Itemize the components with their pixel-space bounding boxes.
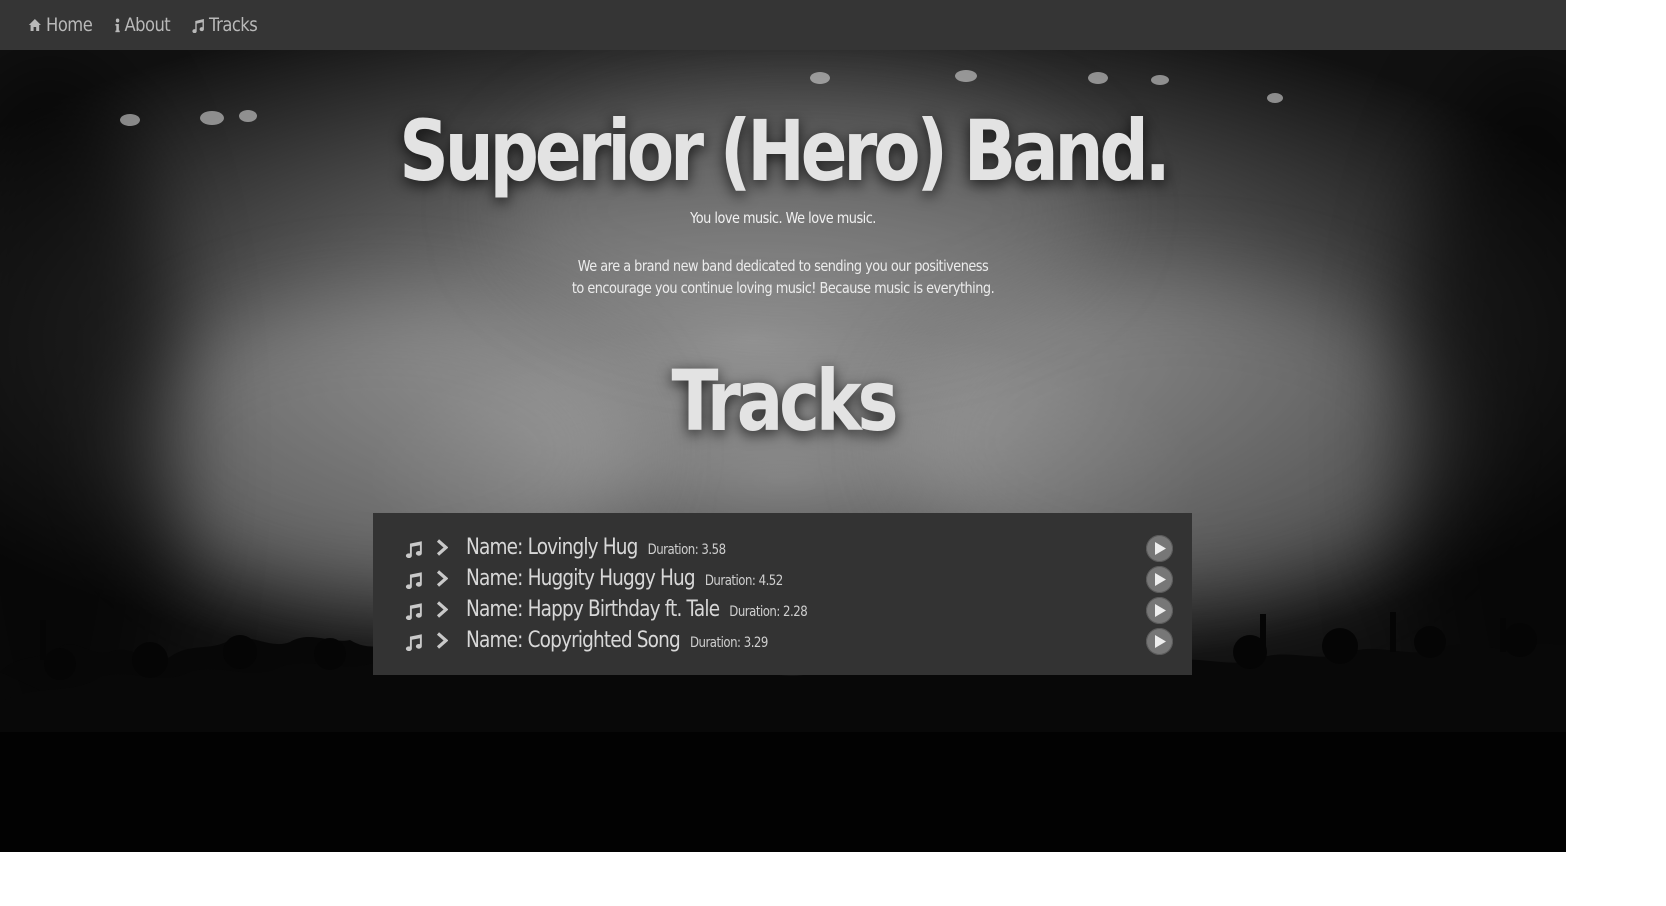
band-description-line-2: to encourage you continue loving music! …: [571, 279, 995, 297]
track-name: Name: Happy Birthday ft. Tale: [466, 597, 720, 622]
play-button[interactable]: [1146, 597, 1173, 624]
music-note-icon: [405, 572, 422, 589]
nav-tracks[interactable]: Tracks: [191, 14, 258, 36]
top-navbar: Home About Tracks: [0, 0, 1566, 50]
chevron-right-icon: [436, 632, 448, 649]
nav-about-label: About: [124, 14, 170, 36]
nav-about[interactable]: About: [115, 14, 170, 36]
play-button[interactable]: [1146, 628, 1173, 655]
nav-home[interactable]: Home: [28, 14, 93, 36]
chevron-right-icon: [436, 570, 448, 587]
track-duration: Duration: 3.29: [689, 635, 768, 651]
play-icon: [1154, 542, 1166, 555]
chevron-right-icon: [436, 539, 448, 556]
chevron-right-icon: [436, 601, 448, 618]
play-icon: [1154, 635, 1166, 648]
track-row: Name: Happy Birthday ft. Tale Duration: …: [373, 595, 1192, 626]
track-info: Name: Happy Birthday ft. Tale Duration: …: [466, 597, 808, 622]
band-title: Superior (Hero) Band.: [399, 102, 1171, 200]
play-button[interactable]: [1146, 566, 1173, 593]
track-duration: Duration: 3.58: [647, 542, 726, 558]
band-description: We are a brand new band dedicated to sen…: [110, 255, 1457, 299]
tracks-heading: Tracks: [671, 352, 899, 450]
track-name: Name: Huggity Huggy Hug: [466, 566, 696, 591]
band-description-line-1: We are a brand new band dedicated to sen…: [577, 257, 989, 275]
track-info: Name: Copyrighted Song Duration: 3.29: [466, 628, 768, 653]
track-name: Name: Copyrighted Song: [466, 628, 681, 653]
track-row: Name: Copyrighted Song Duration: 3.29: [373, 626, 1192, 657]
track-info: Name: Huggity Huggy Hug Duration: 4.52: [466, 566, 783, 591]
music-note-icon: [405, 541, 422, 558]
home-icon: [28, 19, 41, 31]
page-background: Home About Tracks Superior (Hero) Band. …: [0, 0, 1566, 852]
music-note-icon: [405, 603, 422, 620]
nav-home-label: Home: [46, 14, 93, 36]
music-note-icon: [405, 634, 422, 651]
track-duration: Duration: 2.28: [729, 604, 808, 620]
play-button[interactable]: [1146, 535, 1173, 562]
band-tagline: You love music. We love music.: [690, 209, 876, 227]
music-note-icon: [192, 18, 204, 33]
track-name: Name: Lovingly Hug: [466, 535, 638, 560]
track-info: Name: Lovingly Hug Duration: 3.58: [466, 535, 726, 560]
track-row: Name: Huggity Huggy Hug Duration: 4.52: [373, 564, 1192, 595]
info-icon: [115, 18, 120, 32]
track-duration: Duration: 4.52: [704, 573, 783, 589]
track-row: Name: Lovingly Hug Duration: 3.58: [373, 533, 1192, 564]
nav-tracks-label: Tracks: [208, 14, 258, 36]
tracks-list: Name: Lovingly Hug Duration: 3.58 Name: …: [373, 513, 1192, 675]
play-icon: [1154, 573, 1166, 586]
play-icon: [1154, 604, 1166, 617]
